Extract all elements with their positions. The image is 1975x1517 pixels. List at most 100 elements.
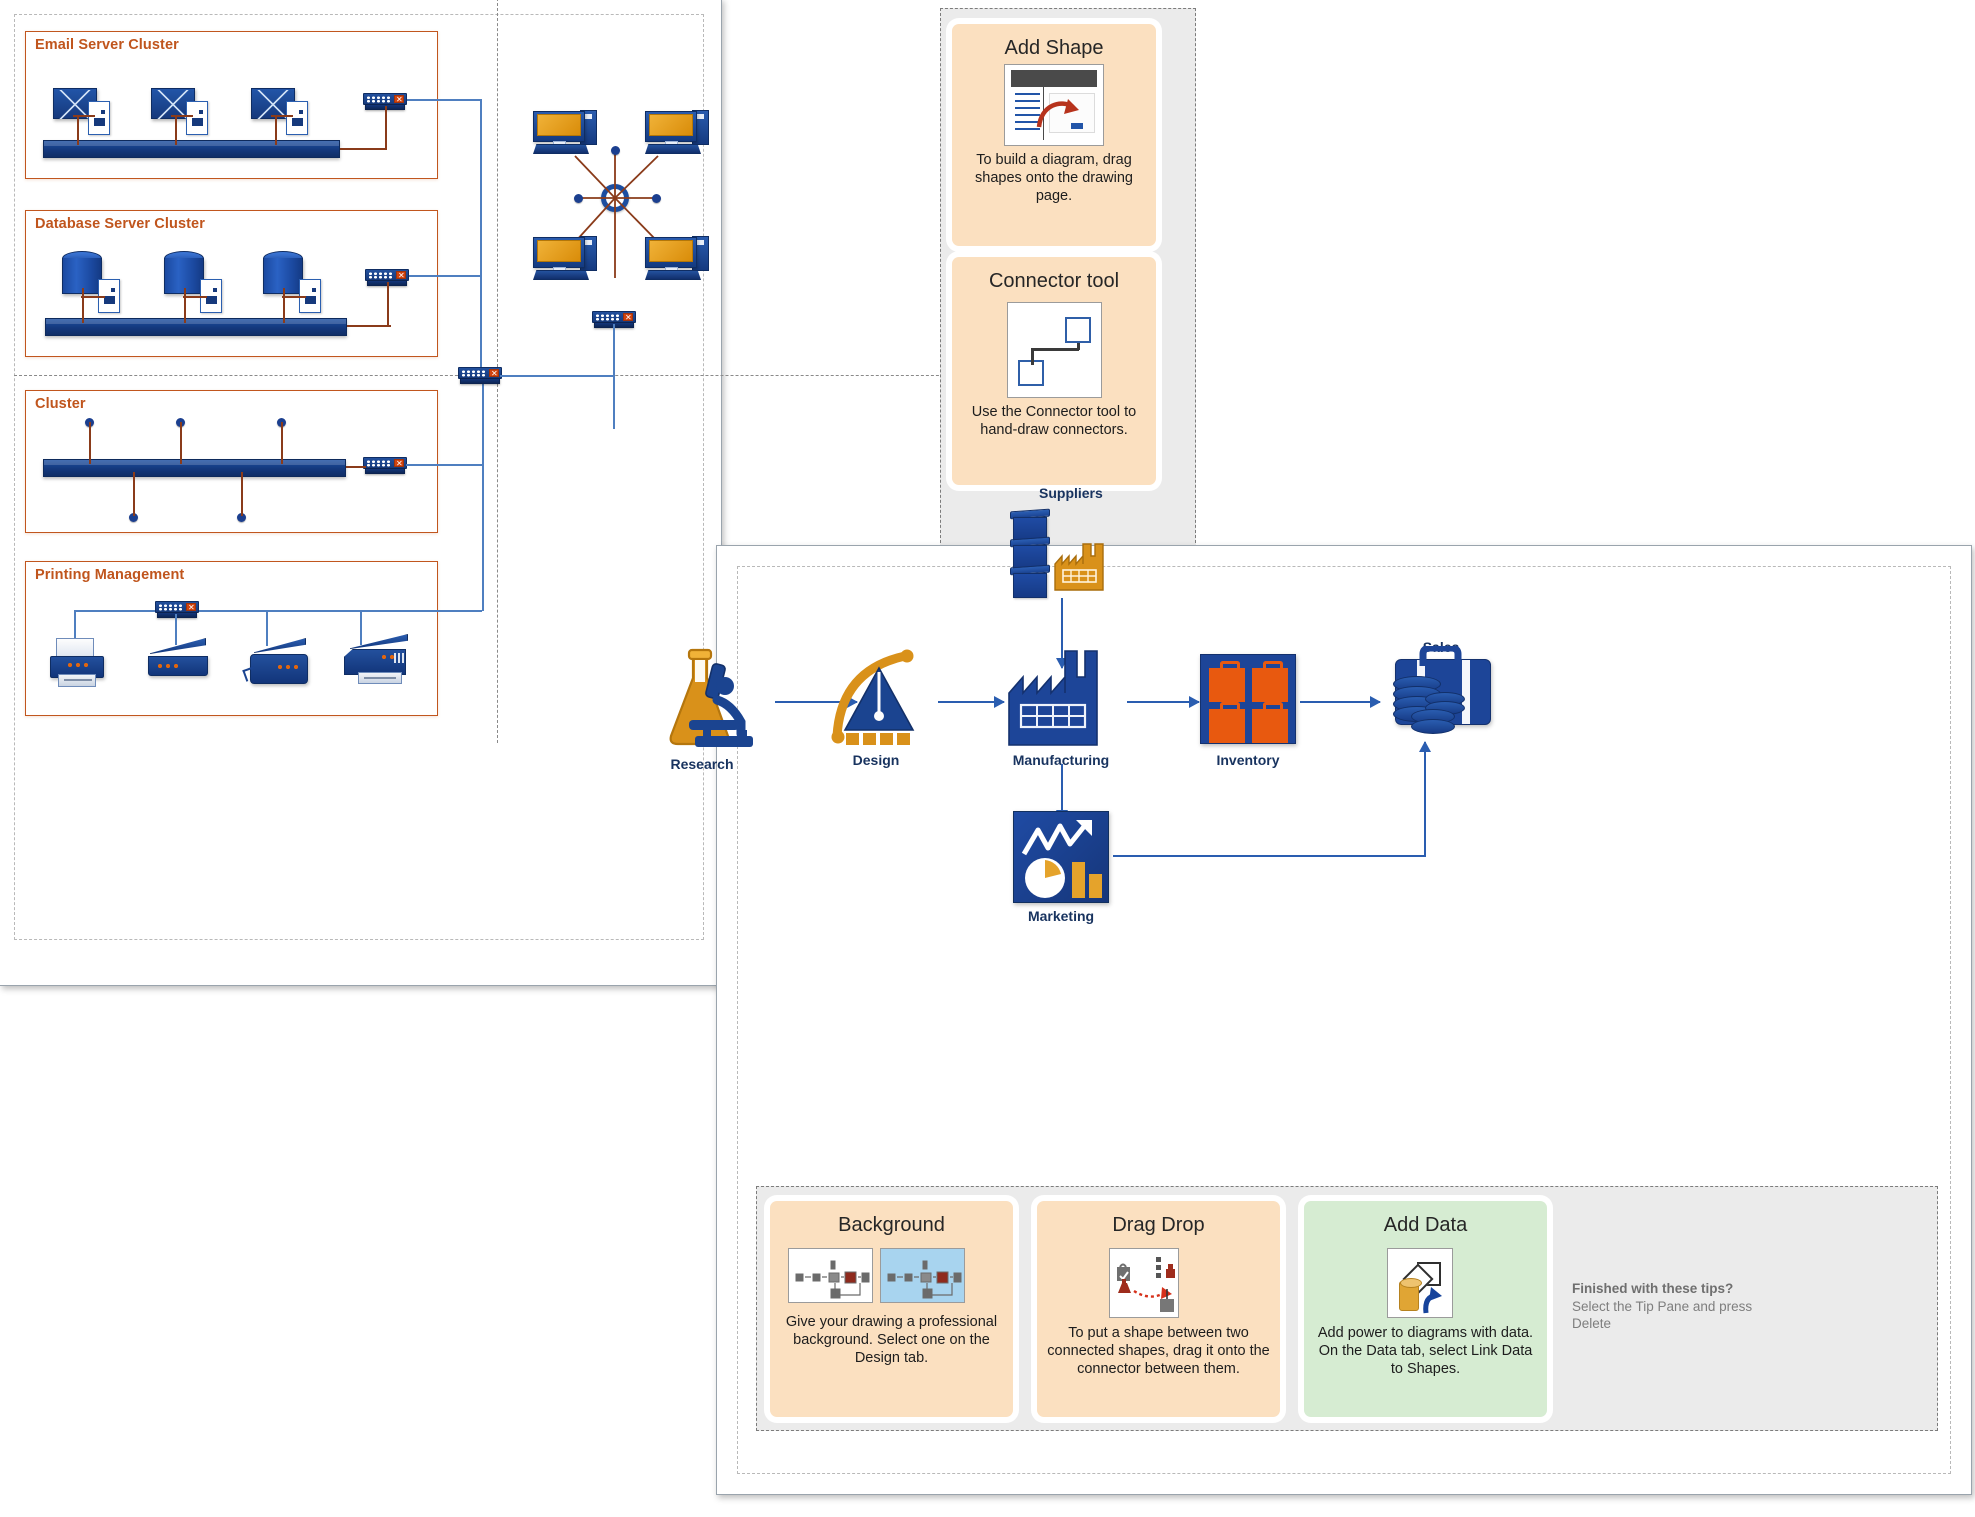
tip-card-drag-drop[interactable]: Drag Drop To put a shape between two con… [1037, 1201, 1280, 1417]
briefcase-handle-icon [1419, 646, 1462, 666]
factory-icon[interactable] [1007, 649, 1117, 747]
uplink-wire [406, 464, 482, 466]
cluster-title-email: Email Server Cluster [35, 37, 179, 53]
tip-title: Add Data [1383, 1214, 1468, 1236]
flow-arrow-marketing-sales [1418, 741, 1433, 857]
connector-thumbnail [1007, 302, 1102, 398]
tip-card-add-shape[interactable]: Add Shape To build a diagram, drag shape… [952, 24, 1156, 246]
screenshot-canvas: Email Server Cluster Database Server Clu… [0, 0, 1975, 1517]
tip-body: Give your drawing a professional backgro… [785, 1314, 998, 1367]
copier-icon[interactable] [242, 638, 308, 686]
tip-body: Use the Connector tool to hand-draw conn… [971, 404, 1137, 439]
inventory-cases-icon[interactable] [1200, 654, 1296, 744]
endpoint-dot-icon[interactable] [652, 194, 661, 203]
drag-shape-thumbnail [1004, 64, 1104, 146]
downlink-wire [613, 324, 615, 429]
printer-icon[interactable] [50, 638, 104, 688]
tip-title: Connector tool [988, 270, 1120, 292]
link-wire [175, 115, 177, 145]
node-label-marketing: Marketing [1027, 908, 1095, 924]
core-uplink-wire [482, 375, 484, 611]
tip-card-connector-tool[interactable]: Connector tool Use the Connector tool to… [952, 257, 1156, 485]
background-thumbnail-styled [880, 1248, 965, 1303]
switch-icon[interactable] [363, 457, 407, 475]
add-data-thumbnail [1387, 1248, 1453, 1318]
tip-title: Background [838, 1214, 945, 1236]
workstation-icon[interactable] [645, 110, 709, 157]
analytics-glyphs [1021, 820, 1102, 898]
flow-arrow-design-manufacturing [938, 695, 1005, 710]
link-wire [180, 422, 182, 464]
drafting-compass-icon[interactable] [829, 642, 929, 746]
workstation-icon[interactable] [533, 236, 597, 283]
workstation-icon[interactable] [645, 236, 709, 283]
server-card-icon[interactable] [286, 101, 308, 135]
link-wire [81, 296, 105, 298]
curved-up-arrow-icon [1423, 1287, 1442, 1314]
ethernet-bus-database[interactable] [45, 318, 347, 336]
tip-pane-bottom[interactable]: Background Give your drawing a professio… [756, 1186, 1938, 1431]
background-thumbnail-plain [788, 1248, 873, 1303]
tip-title: Drag Drop [1112, 1214, 1205, 1236]
endpoint-dot-icon[interactable] [611, 146, 620, 155]
flask-microscope-icon[interactable] [665, 644, 771, 752]
cluster-title-printing: Printing Management [35, 567, 185, 583]
scanner-icon[interactable] [148, 638, 208, 678]
multifunction-printer-icon[interactable] [344, 634, 410, 686]
tip-pane-top[interactable]: Add Shape To build a diagram, drag shape… [940, 8, 1196, 548]
case-icon [1252, 661, 1288, 702]
analytics-chart-icon[interactable] [1013, 811, 1109, 903]
endpoint-dot-icon[interactable] [574, 194, 583, 203]
flow-arrow-inventory-sales [1300, 695, 1381, 710]
link-wire [133, 472, 135, 516]
tip-card-background[interactable]: Background Give your drawing a professio… [770, 1201, 1013, 1417]
link-wire [281, 422, 283, 464]
link-wire [241, 472, 243, 516]
case-icon [1209, 702, 1245, 743]
tip-body: Add power to diagrams with data. On the … [1317, 1325, 1534, 1378]
link-wire [275, 115, 277, 145]
node-label-research: Research [670, 756, 734, 772]
link-wire [283, 288, 285, 323]
node-label-design: Design [852, 752, 900, 768]
core-link-wire [500, 375, 615, 377]
link-wire [82, 288, 84, 323]
tip-card-add-data[interactable]: Add Data Add power to diagrams with data… [1304, 1201, 1547, 1417]
printing-bus-wire [74, 610, 482, 612]
finished-tips-note: Finished with these tips? Select the Tip… [1572, 1280, 1772, 1333]
curved-arrow-icon [1036, 99, 1079, 128]
link-wire [77, 115, 79, 145]
workstation-icon[interactable] [533, 110, 597, 157]
server-card-icon[interactable] [186, 101, 208, 135]
link-wire [282, 296, 306, 298]
uplink-wire [480, 99, 482, 377]
link-wire [387, 282, 389, 327]
core-switch-icon[interactable] [458, 367, 502, 385]
link-wire [340, 148, 387, 150]
node-label-inventory: Inventory [1216, 752, 1280, 768]
case-icon [1209, 661, 1245, 702]
flow-line-marketing-sales [1113, 855, 1426, 858]
server-card-icon[interactable] [88, 101, 110, 135]
link-wire [385, 106, 387, 150]
tip-body: To put a shape between two connected sha… [1047, 1325, 1270, 1378]
link-wire [347, 325, 391, 327]
tip-body: To build a diagram, drag shapes onto the… [975, 152, 1133, 205]
supplier-bin-icon[interactable] [1010, 564, 1050, 598]
cluster-title-generic: Cluster [35, 396, 86, 412]
drag-drop-thumbnail [1109, 1248, 1179, 1318]
ethernet-bus-email[interactable] [43, 140, 340, 158]
flow-arrow-manufacturing-inventory [1127, 695, 1200, 710]
finished-tips-body: Select the Tip Pane and press Delete [1572, 1298, 1753, 1332]
cluster-title-database: Database Server Cluster [35, 216, 205, 232]
switch-icon[interactable] [155, 601, 199, 619]
link-wire [346, 466, 366, 468]
finished-tips-heading: Finished with these tips? [1572, 1281, 1734, 1296]
case-icon [1252, 702, 1288, 743]
network-diagram-window: Email Server Cluster Database Server Clu… [0, 0, 974, 986]
link-wire [183, 296, 207, 298]
supplier-factory-icon[interactable] [1053, 542, 1109, 592]
process-diagram-window: Suppliers Research Design Manufacturing … [669, 485, 1972, 1495]
link-wire [184, 288, 186, 323]
tip-title: Add Shape [1004, 37, 1104, 59]
